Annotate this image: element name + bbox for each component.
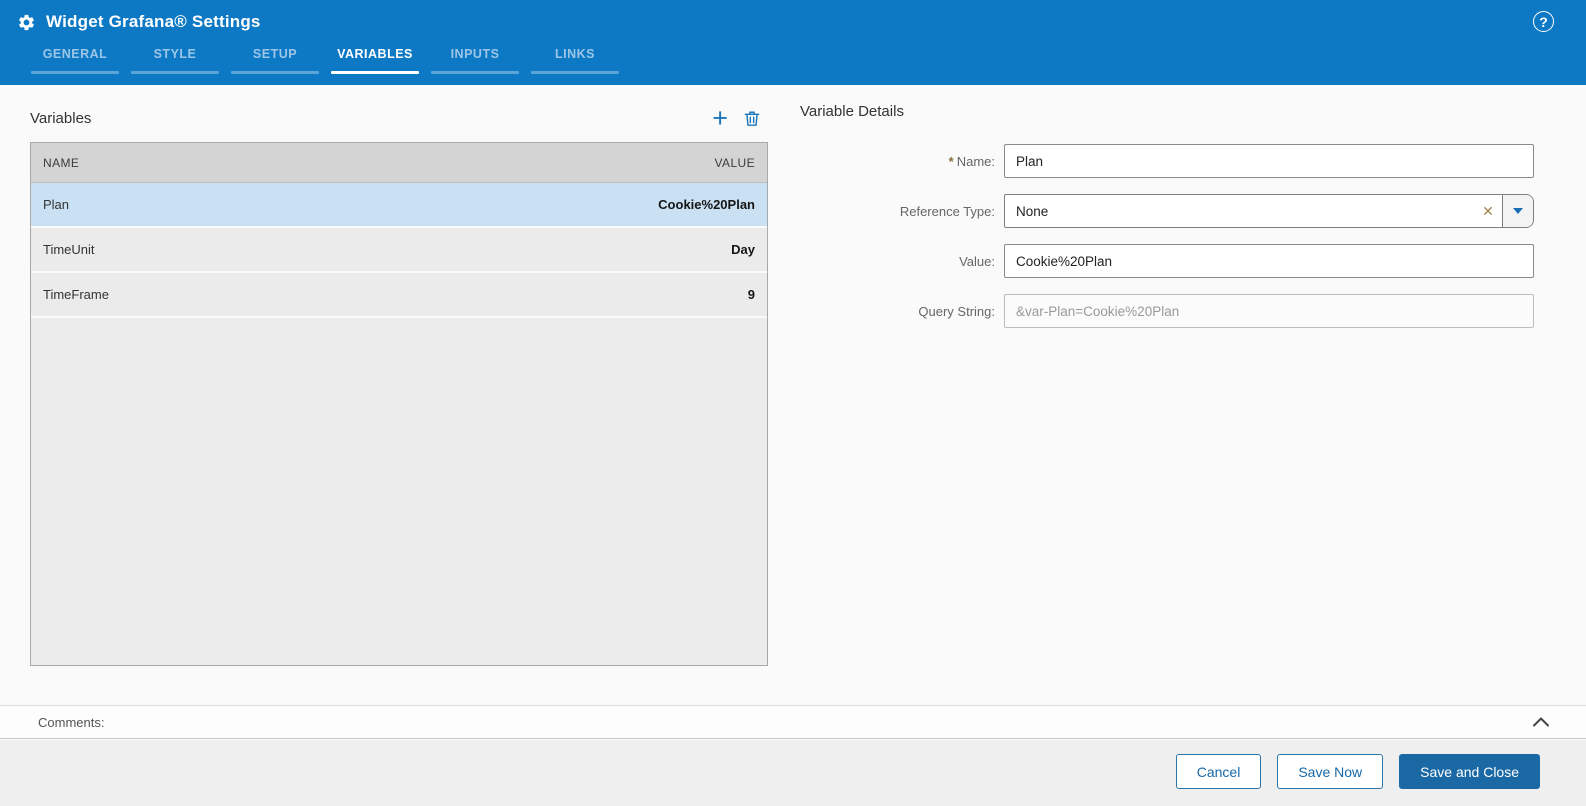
save-and-close-button[interactable]: Save and Close	[1399, 754, 1540, 789]
column-header-name: NAME	[43, 156, 79, 170]
tab-links[interactable]: LINKS	[531, 47, 619, 74]
query-string-label: Query String:	[800, 304, 1004, 319]
variables-panel: Variables + NAME VALUE Plan Cookie%20Pla…	[30, 103, 768, 666]
caret-down-icon	[1513, 208, 1523, 214]
tab-variables[interactable]: VARIABLES	[331, 47, 419, 74]
tab-setup[interactable]: SETUP	[231, 47, 319, 74]
reference-type-value: None	[1005, 195, 1474, 227]
tab-inputs[interactable]: INPUTS	[431, 47, 519, 74]
required-marker: *	[949, 154, 954, 169]
query-string-input	[1004, 294, 1534, 328]
reference-type-dropdown[interactable]: None ✕	[1004, 194, 1534, 228]
table-row-plan[interactable]: Plan Cookie%20Plan	[31, 183, 767, 228]
reference-type-field-row: Reference Type: None ✕	[800, 194, 1542, 228]
comments-bar: Comments:	[0, 705, 1586, 739]
dialog-header: Widget Grafana® Settings ? GENERAL STYLE…	[0, 0, 1586, 85]
tab-bar: GENERAL STYLE SETUP VARIABLES INPUTS LIN…	[31, 47, 619, 74]
help-icon[interactable]: ?	[1533, 11, 1554, 32]
dropdown-button[interactable]	[1502, 195, 1533, 227]
variables-title: Variables	[30, 110, 91, 127]
gear-icon	[17, 13, 36, 32]
tab-general[interactable]: GENERAL	[31, 47, 119, 74]
cancel-button[interactable]: Cancel	[1176, 754, 1262, 789]
value-field-row: Value:	[800, 244, 1542, 278]
delete-variable-button[interactable]	[742, 108, 762, 129]
footer-button-bar: Cancel Save Now Save and Close	[0, 740, 1586, 806]
variable-details-title: Variable Details	[800, 103, 1542, 127]
value-input[interactable]	[1004, 244, 1534, 278]
name-label: *Name:	[800, 154, 1004, 169]
variables-actions: +	[712, 107, 768, 129]
query-string-field-row: Query String:	[800, 294, 1542, 328]
name-input[interactable]	[1004, 144, 1534, 178]
name-field-row: *Name:	[800, 144, 1542, 178]
variables-table-header: NAME VALUE	[31, 143, 767, 183]
widget-settings-dialog: Widget Grafana® Settings ? GENERAL STYLE…	[0, 0, 1586, 806]
variables-panel-header: Variables +	[30, 103, 768, 133]
variable-details-form: *Name: Reference Type: None ✕	[800, 144, 1542, 328]
column-header-value: VALUE	[715, 156, 755, 170]
main-content: Variables + NAME VALUE Plan Cookie%20Pla…	[0, 85, 1586, 705]
variable-details-panel: Variable Details *Name: Reference Type: …	[800, 103, 1542, 344]
dialog-title: Widget Grafana® Settings	[46, 12, 261, 32]
collapse-comments-button[interactable]	[1532, 716, 1550, 728]
clear-icon[interactable]: ✕	[1474, 195, 1502, 227]
trash-icon	[742, 108, 762, 129]
add-variable-button[interactable]: +	[712, 107, 728, 129]
reference-type-label: Reference Type:	[800, 204, 1004, 219]
table-row-timeunit[interactable]: TimeUnit Day	[31, 228, 767, 273]
table-empty-area	[31, 318, 767, 665]
variables-table: NAME VALUE Plan Cookie%20Plan TimeUnit D…	[30, 142, 768, 666]
table-row-timeframe[interactable]: TimeFrame 9	[31, 273, 767, 318]
title-row: Widget Grafana® Settings	[0, 0, 1586, 32]
value-label: Value:	[800, 254, 1004, 269]
tab-style[interactable]: STYLE	[131, 47, 219, 74]
chevron-up-icon	[1532, 716, 1550, 728]
save-now-button[interactable]: Save Now	[1277, 754, 1383, 789]
comments-label: Comments:	[38, 715, 104, 730]
